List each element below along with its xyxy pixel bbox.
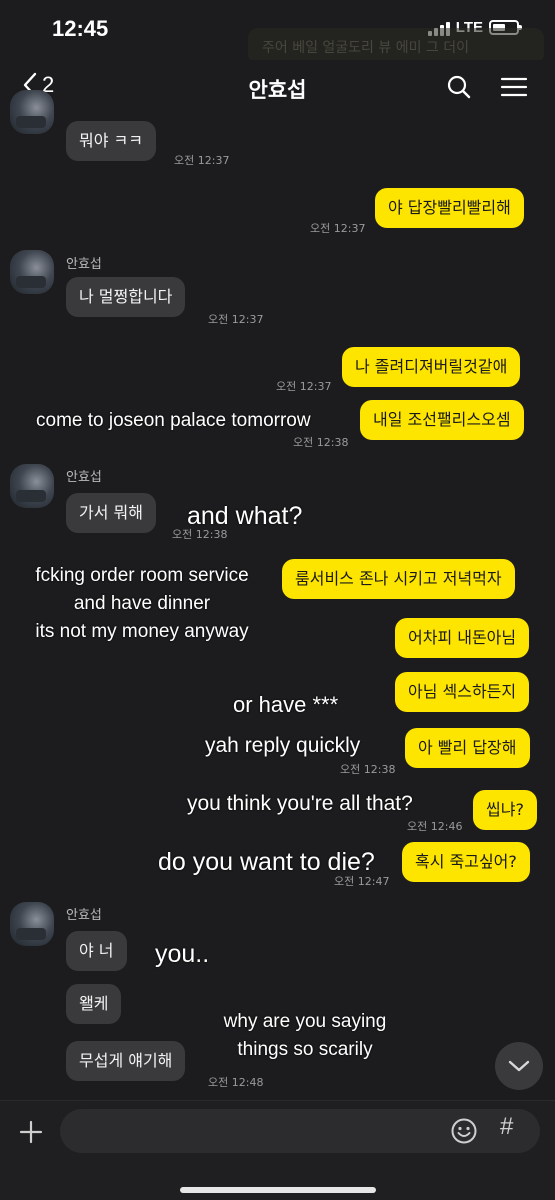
message-time: 오전 12:38 — [293, 436, 349, 449]
message-bubble-out[interactable]: 혹시 죽고싶어? — [402, 842, 530, 882]
translation-caption: fcking order room service and have dinne… — [12, 562, 272, 646]
translation-line: and have dinner — [73, 593, 211, 614]
message-bubble-out[interactable]: 나 졸려디져버릴것같애 — [342, 347, 521, 387]
hash-button[interactable]: # — [500, 1113, 513, 1141]
scroll-down-button[interactable] — [495, 1042, 543, 1090]
emoji-icon — [451, 1118, 477, 1144]
attach-button[interactable] — [18, 1119, 44, 1149]
message-time: 오전 12:48 — [208, 1076, 264, 1089]
message-bubble-in[interactable]: 왤케 — [66, 984, 122, 1024]
avatar — [10, 902, 54, 946]
message-bubble-out[interactable]: 아 빨리 답장해 — [405, 728, 530, 768]
hamburger-menu-icon — [500, 77, 528, 97]
translation-caption: come to joseon palace tomorrow — [36, 410, 311, 431]
status-time: 12:45 — [52, 16, 109, 41]
translation-caption: why are you saying things so scarily — [190, 1008, 420, 1064]
message-time: 오전 12:37 — [174, 154, 230, 167]
avatar — [10, 250, 54, 294]
sender-name: 안효섭 — [66, 257, 102, 272]
translation-caption: you.. — [155, 940, 210, 968]
translation-line: why are you saying — [223, 1011, 387, 1032]
ghost-notification: 주어 베일 얼굴도리 뷰 에미 그 더이 — [248, 28, 544, 64]
chevron-down-icon — [508, 1060, 530, 1072]
message-time: 오전 12:37 — [310, 222, 366, 235]
message-bubble-in[interactable]: 뭐야 ㅋㅋ — [66, 121, 156, 161]
message-bubble-in[interactable]: 무섭게 얘기해 — [66, 1041, 186, 1081]
message-bubble-out[interactable]: 내일 조선팰리스오셈 — [360, 400, 524, 440]
translation-caption: or have *** — [233, 692, 339, 717]
sender-name: 안효섭 — [66, 470, 102, 485]
plus-icon — [19, 1120, 43, 1144]
message-time: 오전 12:46 — [407, 820, 463, 833]
home-indicator — [180, 1187, 376, 1193]
ghost-notification-text: 주어 베일 얼굴도리 뷰 에미 그 더이 — [262, 40, 470, 56]
avatar — [10, 90, 54, 134]
menu-button[interactable] — [500, 76, 528, 102]
message-bubble-in[interactable]: 야 너 — [66, 931, 127, 971]
message-bubble-out[interactable]: 룸서비스 존나 시키고 저녁먹자 — [282, 559, 515, 599]
translation-caption: you think you're all that? — [187, 792, 413, 815]
translation-line: its not my money anyway — [35, 621, 249, 642]
chat-header: 2 안효섭 — [0, 60, 555, 116]
avatar — [10, 464, 54, 508]
message-time: 오전 12:37 — [276, 380, 332, 393]
message-bubble-out[interactable]: 씹냐? — [473, 790, 537, 830]
search-icon — [447, 75, 471, 99]
translation-caption: and what? — [187, 502, 303, 530]
message-bubble-out[interactable]: 야 답장빨리빨리해 — [375, 188, 524, 228]
message-bubble-in[interactable]: 나 멀쩡합니다 — [66, 277, 186, 317]
translation-line: things so scarily — [237, 1039, 373, 1060]
message-time: 오전 12:38 — [340, 763, 396, 776]
translation-line: fcking order room service — [35, 565, 249, 586]
message-bubble-out[interactable]: 어차피 내돈아님 — [395, 618, 530, 658]
message-bubble-out[interactable]: 아님 섹스하든지 — [395, 672, 530, 712]
message-time: 오전 12:37 — [208, 313, 264, 326]
message-bubble-in[interactable]: 가서 뭐해 — [66, 493, 156, 533]
translation-caption: yah reply quickly — [205, 734, 361, 757]
chat-area[interactable]: 뭐야 ㅋㅋ 오전 12:37 야 답장빨리빨리해 오전 12:37 안효섭 나 … — [0, 90, 555, 1100]
sender-name: 안효섭 — [66, 908, 102, 923]
emoji-button[interactable] — [450, 1117, 478, 1149]
search-button[interactable] — [446, 74, 472, 104]
translation-caption: do you want to die? — [158, 848, 375, 876]
input-bar: # — [0, 1100, 555, 1200]
